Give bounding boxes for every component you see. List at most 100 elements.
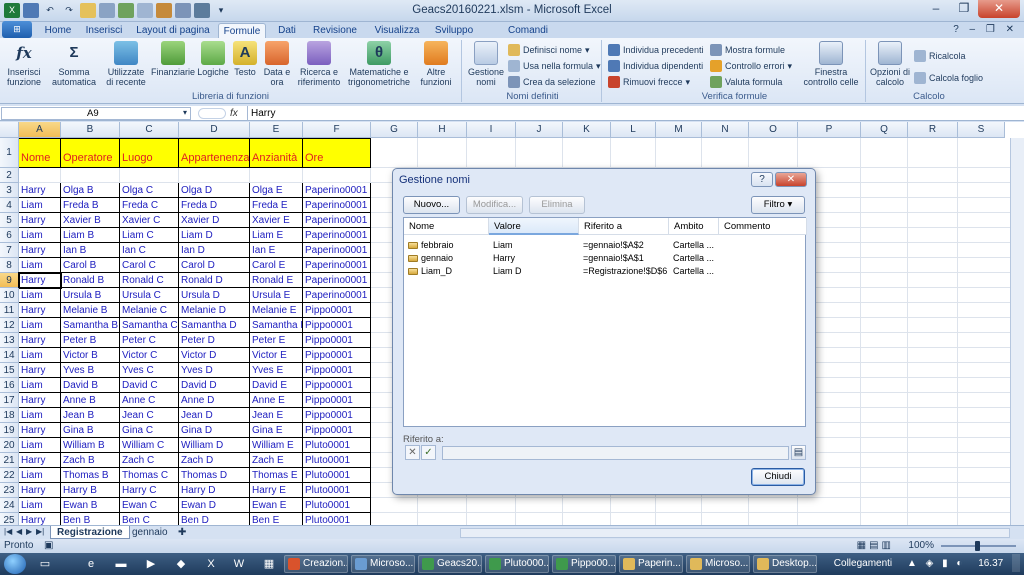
column-header-h[interactable]: H (418, 122, 467, 138)
cell[interactable]: Ronald C (120, 273, 179, 288)
logical-button[interactable]: Logiche (196, 40, 230, 77)
cell[interactable]: Samantha D (179, 318, 250, 333)
name-list-cell[interactable]: Cartella ... (673, 265, 717, 278)
selected-cell[interactable]: Harry (18, 272, 62, 289)
cell[interactable]: Ben D (179, 513, 250, 525)
cell[interactable]: Peter C (120, 333, 179, 348)
taskbar-window-3[interactable]: Pluto000... (485, 555, 549, 573)
calc-sheet-button[interactable]: Calcola foglio (914, 72, 983, 84)
minimize-button[interactable]: – (922, 0, 950, 18)
confirm-edit-icon[interactable]: ✓ (421, 445, 436, 460)
cell[interactable]: William E (250, 438, 303, 453)
cell[interactable]: Harry (19, 243, 61, 258)
cell[interactable]: Victor C (120, 348, 179, 363)
cell[interactable]: Carol E (250, 258, 303, 273)
cell[interactable]: Harry B (61, 483, 120, 498)
cell[interactable]: Xavier C (120, 213, 179, 228)
row-header-15[interactable]: 15 (0, 363, 19, 378)
cell[interactable]: Zach C (120, 453, 179, 468)
cell[interactable]: Ben E (250, 513, 303, 525)
tab-inserisci[interactable]: Inserisci (82, 23, 126, 38)
lookup-button[interactable]: Ricerca e riferimento (294, 40, 344, 87)
name-list-cell[interactable]: Liam D (493, 265, 577, 278)
row-header-10[interactable]: 10 (0, 288, 19, 303)
column-header-n[interactable]: N (702, 122, 749, 138)
cell[interactable]: Yves C (120, 363, 179, 378)
cell[interactable]: Zach E (250, 453, 303, 468)
cell[interactable]: Carol C (120, 258, 179, 273)
trace-precedents-button[interactable]: Individua precedenti (608, 44, 704, 56)
list-column-header[interactable]: Valore (489, 218, 579, 235)
taskbar-window-2[interactable]: Geacs20... (418, 555, 482, 573)
cell[interactable]: Harry (19, 333, 61, 348)
cell[interactable]: Ursula E (250, 288, 303, 303)
refers-to-input[interactable] (442, 446, 789, 460)
cell[interactable]: Liam E (250, 228, 303, 243)
row-header-16[interactable]: 16 (0, 378, 19, 393)
cell[interactable]: Liam (19, 378, 61, 393)
cell[interactable]: Pluto0001 (303, 513, 371, 525)
row-header-7[interactable]: 7 (0, 243, 19, 258)
tab-layout[interactable]: Layout di pagina (134, 23, 212, 38)
cell[interactable]: Jean E (250, 408, 303, 423)
ribbon-help-icon[interactable]: ? – ❐ ✕ (953, 24, 1018, 35)
cell[interactable]: Melanie E (250, 303, 303, 318)
formula-input[interactable]: Harry (247, 106, 1024, 121)
pinned-media-icon[interactable]: ▶ (138, 555, 164, 573)
text-button[interactable]: A Testo (232, 40, 258, 77)
cell[interactable]: Paperino0001 (303, 198, 371, 213)
column-header-b[interactable]: B (61, 122, 120, 138)
cell[interactable]: Thomas C (120, 468, 179, 483)
row-header-13[interactable]: 13 (0, 333, 19, 348)
taskbar-window-4[interactable]: Pippo00... (552, 555, 616, 573)
sheet-tab-gennaio[interactable]: gennaio (126, 526, 174, 539)
cell[interactable]: Liam (19, 468, 61, 483)
cell[interactable]: Jean B (61, 408, 120, 423)
horizontal-scrollbar[interactable] (460, 528, 1010, 538)
cell[interactable]: Freda C (120, 198, 179, 213)
name-list-cell[interactable]: Cartella ... (673, 252, 717, 265)
cell[interactable]: Harry (19, 513, 61, 525)
insert-function-button[interactable]: fx Inserisci funzione (4, 40, 44, 87)
name-list-cell[interactable]: Liam (493, 239, 577, 252)
taskbar-window-7[interactable]: Desktop... (753, 555, 817, 573)
cell[interactable]: Thomas B (61, 468, 120, 483)
cell[interactable]: Liam (19, 438, 61, 453)
filter-button[interactable]: Filtro ▾ (751, 196, 805, 214)
row-header-23[interactable]: 23 (0, 483, 19, 498)
cell[interactable]: Paperino0001 (303, 228, 371, 243)
cell[interactable]: William B (61, 438, 120, 453)
cell[interactable]: Ewan B (61, 498, 120, 513)
close-button[interactable]: ✕ (978, 0, 1020, 18)
insert-sheet-icon[interactable]: ✚ (172, 526, 192, 539)
cell[interactable]: Ursula D (179, 288, 250, 303)
tab-visualizza[interactable]: Visualizza (368, 23, 426, 38)
row-header-25[interactable]: 25 (0, 513, 19, 525)
zoom-level[interactable]: 100% (908, 540, 934, 551)
new-name-button[interactable]: Nuovo... (403, 196, 460, 214)
cell[interactable]: Victor E (250, 348, 303, 363)
pinned-excel-icon[interactable]: X (198, 555, 224, 573)
office-button[interactable]: ⊞ (2, 21, 32, 38)
row-header-17[interactable]: 17 (0, 393, 19, 408)
cell[interactable]: Gina B (61, 423, 120, 438)
calc-options-button[interactable]: Opzioni di calcolo (868, 40, 912, 87)
cell[interactable]: Harry (19, 453, 61, 468)
cell[interactable]: Ben B (61, 513, 120, 525)
name-box-dropdown-icon[interactable]: ▾ (183, 108, 187, 117)
cell[interactable]: William D (179, 438, 250, 453)
remove-arrows-button[interactable]: Rimuovi frecce ▾ (608, 76, 690, 88)
collapse-dialog-icon[interactable]: ▤ (791, 445, 806, 460)
recent-functions-button[interactable]: Utilizzate di recente (104, 40, 148, 87)
cell[interactable]: Pippo0001 (303, 348, 371, 363)
trace-dependents-button[interactable]: Individua dipendenti (608, 60, 703, 72)
list-column-header[interactable]: Ambito (669, 218, 719, 235)
cell[interactable]: David B (61, 378, 120, 393)
cell[interactable]: Paperino0001 (303, 243, 371, 258)
cell[interactable]: Harry D (179, 483, 250, 498)
cell[interactable]: Harry E (250, 483, 303, 498)
cell[interactable]: Anne C (120, 393, 179, 408)
cell[interactable]: Paperino0001 (303, 288, 371, 303)
row-header-22[interactable]: 22 (0, 468, 19, 483)
cell[interactable]: David C (120, 378, 179, 393)
